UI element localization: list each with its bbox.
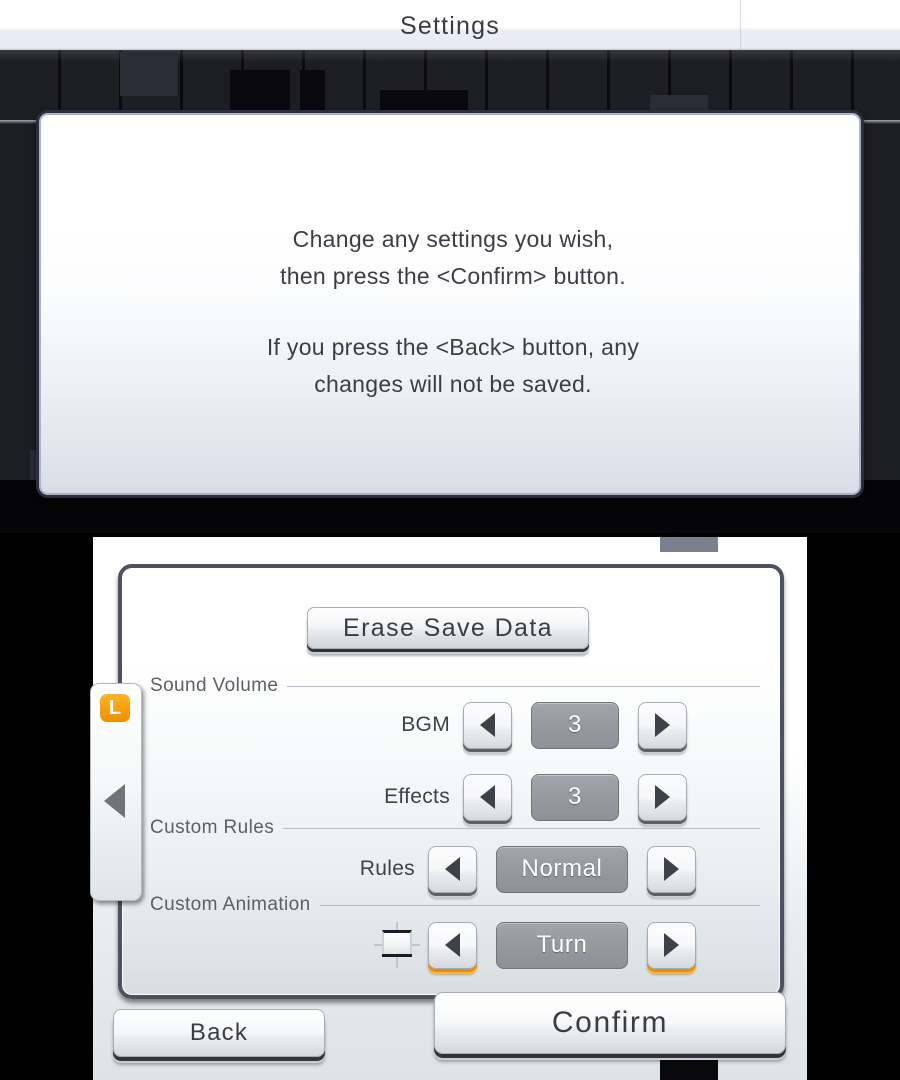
effects-increment-button[interactable]	[638, 773, 687, 821]
section-rule	[319, 904, 760, 906]
triangle-right-icon	[664, 857, 679, 881]
message-dialog: Change any settings you wish, then press…	[36, 110, 864, 498]
animation-toggle-checkbox[interactable]	[374, 922, 420, 968]
animation-previous-button[interactable]	[428, 921, 477, 969]
bottom-touch-screen: Erase Save Data Sound Volume BGM 3 Effec…	[90, 537, 807, 1080]
erase-save-data-button[interactable]: Erase Save Data	[307, 607, 589, 649]
rules-next-button[interactable]	[647, 845, 696, 893]
back-button[interactable]: Back	[113, 1009, 325, 1057]
section-custom-rules: Custom Rules	[150, 817, 760, 838]
section-rule	[283, 827, 760, 829]
title-bar: Settings	[0, 0, 900, 50]
dialog-line-2: then press the <Confirm> button.	[280, 263, 626, 289]
bgm-value[interactable]: 3	[531, 701, 619, 749]
section-rule	[287, 685, 760, 687]
dialog-line-4: changes will not be saved.	[314, 371, 592, 397]
animation-value[interactable]: Turn	[496, 921, 628, 969]
triangle-left-icon	[445, 933, 460, 957]
wall-block-light	[120, 52, 178, 96]
triangle-right-icon	[655, 785, 670, 809]
setting-label-effects: Effects	[384, 785, 450, 808]
dialog-line-1: Change any settings you wish,	[292, 226, 614, 252]
rules-previous-button[interactable]	[428, 845, 477, 893]
page-title: Settings	[400, 12, 500, 40]
top-screen: Settings Change any settings you wish, t…	[0, 0, 900, 533]
game-screen: Settings Change any settings you wish, t…	[0, 0, 900, 1080]
setting-row-animation: Turn	[150, 916, 760, 974]
effects-decrement-button[interactable]	[463, 773, 512, 821]
section-custom-animation: Custom Animation	[150, 894, 760, 915]
setting-label-bgm: BGM	[401, 713, 450, 736]
triangle-left-icon	[480, 785, 495, 809]
setting-row-rules: Rules Normal	[150, 840, 760, 898]
bgm-increment-button[interactable]	[638, 701, 687, 749]
dialog-message: Change any settings you wish, then press…	[39, 221, 867, 403]
setting-label-rules: Rules	[359, 857, 415, 880]
triangle-left-icon	[480, 713, 495, 737]
setting-row-bgm: BGM 3	[150, 696, 760, 754]
section-label-sound-volume: Sound Volume	[150, 675, 279, 696]
left-side-tab[interactable]: L	[90, 683, 142, 901]
effects-value[interactable]: 3	[531, 773, 619, 821]
section-label-custom-animation: Custom Animation	[150, 894, 311, 915]
screen-edge-nub-top	[660, 537, 718, 552]
triangle-left-icon	[104, 784, 125, 818]
animation-next-button[interactable]	[647, 921, 696, 969]
section-sound-volume: Sound Volume	[150, 675, 760, 696]
section-label-custom-rules: Custom Rules	[150, 817, 275, 838]
confirm-button[interactable]: Confirm	[434, 992, 786, 1054]
dialog-line-3: If you press the <Back> button, any	[266, 334, 640, 360]
shoulder-button-l-icon: L	[100, 694, 130, 722]
triangle-right-icon	[664, 933, 679, 957]
bgm-decrement-button[interactable]	[463, 701, 512, 749]
triangle-right-icon	[655, 713, 670, 737]
animation-toggle-wrap	[150, 922, 420, 968]
rules-value[interactable]: Normal	[496, 845, 628, 893]
toggle-chip-icon	[382, 930, 412, 954]
triangle-left-icon	[445, 857, 460, 881]
settings-panel: Erase Save Data Sound Volume BGM 3 Effec…	[118, 564, 784, 999]
